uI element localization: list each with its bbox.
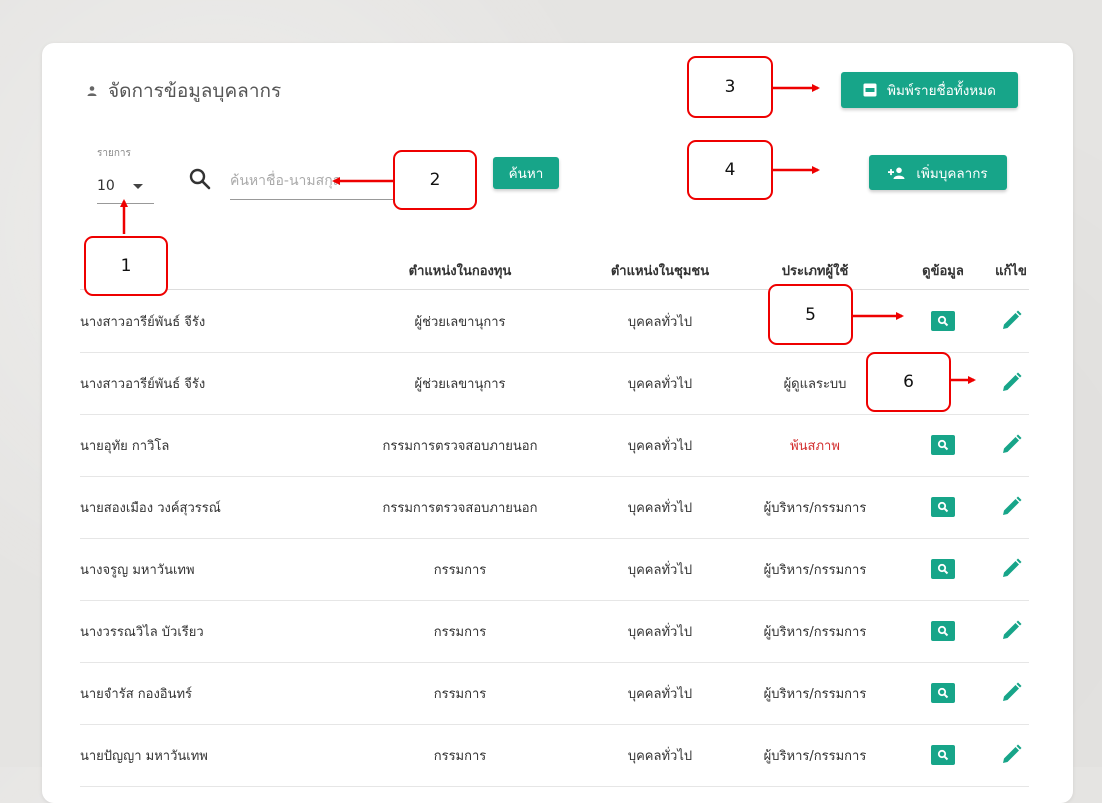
- cell-user-type: ผู้บริหาร/กรรมการ: [763, 500, 867, 516]
- cell-user-type: ผู้บริหาร/กรรมการ: [763, 748, 867, 764]
- annotation-label-5: 5: [805, 304, 816, 325]
- annotation-callout-2: 2: [393, 150, 477, 210]
- edit-icon[interactable]: [1000, 496, 1022, 518]
- header-view: ดูข้อมูล: [922, 263, 964, 279]
- cell-fund-position: กรรมการ: [433, 748, 487, 764]
- cell-name: นายปัญญา มหาวันเทพ: [80, 748, 208, 764]
- search-button[interactable]: ค้นหา: [493, 157, 559, 189]
- page-title-text: จัดการข้อมูลบุคลากร: [108, 80, 282, 102]
- table-row: นายจำรัส กองอินทร์ กรรมการ บุคคลทั่วไป ผ…: [80, 662, 1029, 725]
- edit-icon[interactable]: [1000, 744, 1022, 766]
- cell-community-position: บุคคลทั่วไป: [627, 624, 693, 640]
- print-all-label: พิมพ์รายชื่อทั้งหมด: [887, 83, 996, 99]
- annotation-callout-1: 1: [84, 236, 168, 296]
- cell-fund-position: กรรมการ: [433, 686, 487, 702]
- edit-icon[interactable]: [1000, 310, 1022, 332]
- table-header: ตำแหน่งในกองทุน ตำแหน่งในชุมชน ประเภทผู้…: [80, 251, 1029, 290]
- cell-user-type: ผู้บริหาร/กรรมการ: [763, 686, 867, 702]
- cell-name: นางวรรณวิไล บัวเรียว: [80, 624, 204, 640]
- cell-user-type: ผู้บริหาร/กรรมการ: [763, 624, 867, 640]
- table-row: นายอุทัย กาวิโล กรรมการตรวจสอบภายนอก บุค…: [80, 414, 1029, 477]
- chevron-down-icon: [132, 183, 143, 189]
- edit-icon[interactable]: [1000, 372, 1022, 394]
- view-button[interactable]: [931, 435, 955, 455]
- cell-community-position: บุคคลทั่วไป: [627, 500, 693, 516]
- view-button[interactable]: [931, 559, 955, 579]
- cell-name: นายสองเมือง วงค์สุวรรณ์: [80, 500, 221, 516]
- annotation-label-1: 1: [120, 256, 132, 276]
- rows-per-page-label: รายการ: [97, 148, 131, 159]
- table-row: นางสาวอารีย์พันธ์ จีรัง ผู้ช่วยเลขานุการ…: [80, 290, 1029, 353]
- rows-per-page-select[interactable]: 10: [97, 169, 154, 204]
- view-button[interactable]: [931, 683, 955, 703]
- cell-user-type: ผู้บริหาร/กรรมการ: [763, 562, 867, 578]
- cell-fund-position: ผู้ช่วยเลขานุการ: [414, 314, 506, 330]
- annotation-label-3: 3: [724, 77, 736, 97]
- view-icon: [937, 625, 949, 637]
- header-community-position: ตำแหน่งในชุมชน: [610, 263, 710, 279]
- view-icon: [937, 315, 949, 327]
- search-button-label: ค้นหา: [508, 166, 544, 182]
- cell-community-position: บุคคลทั่วไป: [627, 686, 693, 702]
- cell-community-position: บุคคลทั่วไป: [627, 748, 693, 764]
- annotation-callout-4: 4: [687, 140, 773, 200]
- print-all-button[interactable]: พิมพ์รายชื่อทั้งหมด: [841, 72, 1018, 108]
- table-row: นายสองเมือง วงค์สุวรรณ์ กรรมการตรวจสอบภา…: [80, 476, 1029, 539]
- view-button[interactable]: [931, 311, 955, 331]
- table-row: นางจรูญ มหาวันเทพ กรรมการ บุคคลทั่วไป ผู…: [80, 538, 1029, 601]
- rows-per-page-value: 10: [97, 178, 115, 194]
- view-icon: [937, 749, 949, 761]
- cell-community-position: บุคคลทั่วไป: [627, 562, 693, 578]
- annotation-label-6: 6: [903, 372, 914, 392]
- cell-name: นางสาวอารีย์พันธ์ จีรัง: [80, 314, 206, 330]
- edit-icon[interactable]: [1000, 558, 1022, 580]
- annotation-label-2: 2: [429, 170, 441, 190]
- person-icon: [87, 86, 97, 96]
- view-icon: [937, 563, 949, 575]
- cell-name: นายอุทัย กาวิโล: [80, 438, 170, 454]
- cell-community-position: บุคคลทั่วไป: [627, 376, 693, 392]
- edit-icon[interactable]: [1000, 620, 1022, 642]
- view-button[interactable]: [931, 497, 955, 517]
- cell-community-position: บุคคลทั่วไป: [627, 314, 693, 330]
- view-icon: [937, 501, 949, 513]
- annotation-label-4: 4: [724, 160, 736, 180]
- header-edit: แก้ไข: [995, 263, 1027, 279]
- search-field[interactable]: [230, 163, 420, 200]
- cell-name: นายจำรัส กองอินทร์: [80, 686, 193, 702]
- search-icon: [189, 168, 211, 190]
- view-button[interactable]: [931, 745, 955, 765]
- cell-fund-position: กรรมการ: [433, 562, 487, 578]
- add-person-button[interactable]: เพิ่มบุคลากร: [869, 155, 1007, 190]
- table-row: นางวรรณวิไล บัวเรียว กรรมการ บุคคลทั่วไป…: [80, 600, 1029, 663]
- annotation-callout-5: 5: [768, 284, 853, 345]
- add-person-label: เพิ่มบุคลากร: [916, 165, 988, 182]
- page-title: จัดการข้อมูลบุคลากร: [86, 76, 281, 106]
- view-icon: [937, 687, 949, 699]
- view-icon: [937, 439, 949, 451]
- table-row: นายปัญญา มหาวันเทพ กรรมการ บุคคลทั่วไป ผ…: [80, 724, 1029, 787]
- cell-fund-position: กรรมการ: [433, 624, 487, 640]
- cell-fund-position: กรรมการตรวจสอบภายนอก: [382, 438, 538, 454]
- search-input[interactable]: [230, 163, 420, 199]
- cell-name: นางสาวอารีย์พันธ์ จีรัง: [80, 376, 206, 392]
- add-person-icon: [888, 167, 905, 179]
- cell-community-position: บุคคลทั่วไป: [627, 438, 693, 454]
- edit-icon[interactable]: [1000, 434, 1022, 456]
- view-button[interactable]: [931, 621, 955, 641]
- pdf-icon: [863, 83, 877, 97]
- header-fund-position: ตำแหน่งในกองทุน: [408, 263, 512, 279]
- cell-name: นางจรูญ มหาวันเทพ: [80, 562, 195, 578]
- annotation-callout-6: 6: [866, 352, 951, 412]
- edit-icon[interactable]: [1000, 682, 1022, 704]
- cell-user-type: พ้นสภาพ: [790, 438, 840, 454]
- annotation-callout-3: 3: [687, 56, 773, 118]
- cell-fund-position: ผู้ช่วยเลขานุการ: [414, 376, 506, 392]
- cell-fund-position: กรรมการตรวจสอบภายนอก: [382, 500, 538, 516]
- main-card: จัดการข้อมูลบุคลากร พิมพ์รายชื่อทั้งหมด …: [42, 43, 1073, 803]
